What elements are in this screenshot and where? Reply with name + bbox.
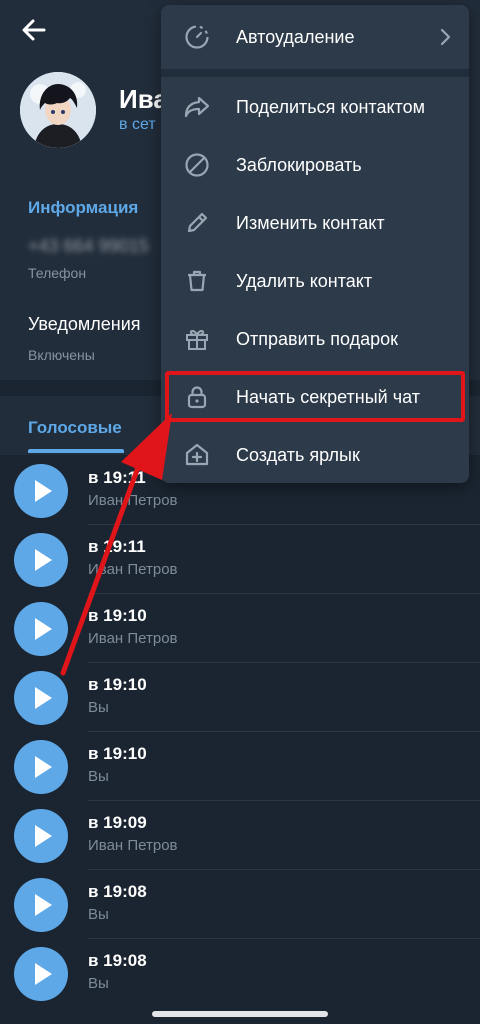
voice-time: в 19:10 (88, 675, 147, 694)
phone-label: Телефон (28, 265, 87, 281)
menu-item-label: Изменить контакт (236, 213, 385, 233)
menu-item-autodelete[interactable]: Автоудаление (161, 9, 469, 65)
voice-time: в 19:09 (88, 813, 147, 832)
chevron-right-icon (440, 28, 451, 46)
menu-item-label: Поделиться контактом (236, 97, 425, 117)
menu-item-send-gift[interactable]: Отправить подарок (161, 311, 469, 367)
play-button[interactable] (14, 878, 68, 932)
gift-icon (186, 329, 208, 350)
block-icon (185, 153, 209, 177)
info-title: Информация (28, 198, 139, 217)
play-button[interactable] (14, 740, 68, 794)
notifications-item[interactable]: Уведомления (28, 314, 141, 335)
play-button[interactable] (14, 671, 68, 725)
play-icon (35, 549, 52, 571)
phone-value[interactable]: +43 664 99015 (28, 236, 149, 257)
menu-item-create-shortcut[interactable]: Создать ярлык (161, 427, 469, 483)
voice-time: в 19:10 (88, 606, 147, 625)
voice-list: в 19:11 Иван Петров в 19:11 Иван Петров … (0, 456, 480, 1016)
menu-item-label: Создать ярлык (236, 445, 360, 465)
voice-author: Вы (88, 975, 109, 992)
play-button[interactable] (14, 809, 68, 863)
voice-author: Иван Петров (88, 561, 178, 578)
voice-time: в 19:10 (88, 744, 147, 763)
list-item[interactable]: в 19:08 Вы (0, 939, 480, 1008)
list-item[interactable]: в 19:10 Вы (0, 732, 480, 801)
voice-author: Вы (88, 906, 109, 923)
play-icon (35, 825, 52, 847)
add-shortcut-icon (185, 443, 209, 466)
menu-item-label: Заблокировать (236, 155, 362, 175)
play-icon (35, 963, 52, 985)
voice-author: Иван Петров (88, 837, 178, 854)
play-icon (35, 687, 52, 709)
back-arrow-icon[interactable] (18, 14, 50, 46)
tab-voice[interactable]: Голосовые (28, 418, 122, 438)
menu-item-label: Отправить подарок (236, 329, 399, 349)
menu-item-edit-contact[interactable]: Изменить контакт (161, 195, 469, 251)
list-item[interactable]: в 19:10 Вы (0, 663, 480, 732)
voice-time: в 19:08 (88, 882, 147, 901)
menu-item-delete-contact[interactable]: Удалить контакт (161, 253, 469, 309)
play-button[interactable] (14, 602, 68, 656)
voice-time: в 19:08 (88, 951, 147, 970)
contact-status: в сет (119, 116, 156, 133)
play-icon (35, 618, 52, 640)
menu-item-share-contact[interactable]: Поделиться контактом (161, 79, 469, 135)
trash-icon (188, 270, 206, 292)
menu-divider (161, 69, 469, 77)
voice-author: Иван Петров (88, 492, 178, 509)
pencil-icon (187, 212, 208, 233)
share-arrow-icon (184, 96, 210, 118)
avatar[interactable] (20, 72, 96, 148)
voice-time: в 19:11 (88, 468, 146, 487)
menu-item-label: Удалить контакт (236, 271, 373, 291)
play-button[interactable] (14, 947, 68, 1001)
voice-time: в 19:11 (88, 537, 146, 556)
highlight-box (165, 371, 465, 422)
menu-item-label: Автоудаление (236, 27, 355, 47)
notifications-status: Включены (28, 347, 95, 363)
timer-icon (185, 25, 209, 49)
list-item[interactable]: в 19:08 Вы (0, 870, 480, 939)
voice-author: Иван Петров (88, 630, 178, 647)
voice-author: Вы (88, 699, 109, 716)
list-item[interactable]: в 19:10 Иван Петров (0, 594, 480, 663)
tab-indicator (28, 449, 124, 453)
list-item[interactable]: в 19:11 Иван Петров (0, 525, 480, 594)
play-button[interactable] (14, 464, 68, 518)
play-icon (35, 480, 52, 502)
home-indicator[interactable] (152, 1011, 328, 1017)
menu-item-block[interactable]: Заблокировать (161, 137, 469, 193)
play-icon (35, 756, 52, 778)
voice-author: Вы (88, 768, 109, 785)
play-button[interactable] (14, 533, 68, 587)
play-icon (35, 894, 52, 916)
list-item[interactable]: в 19:09 Иван Петров (0, 801, 480, 870)
